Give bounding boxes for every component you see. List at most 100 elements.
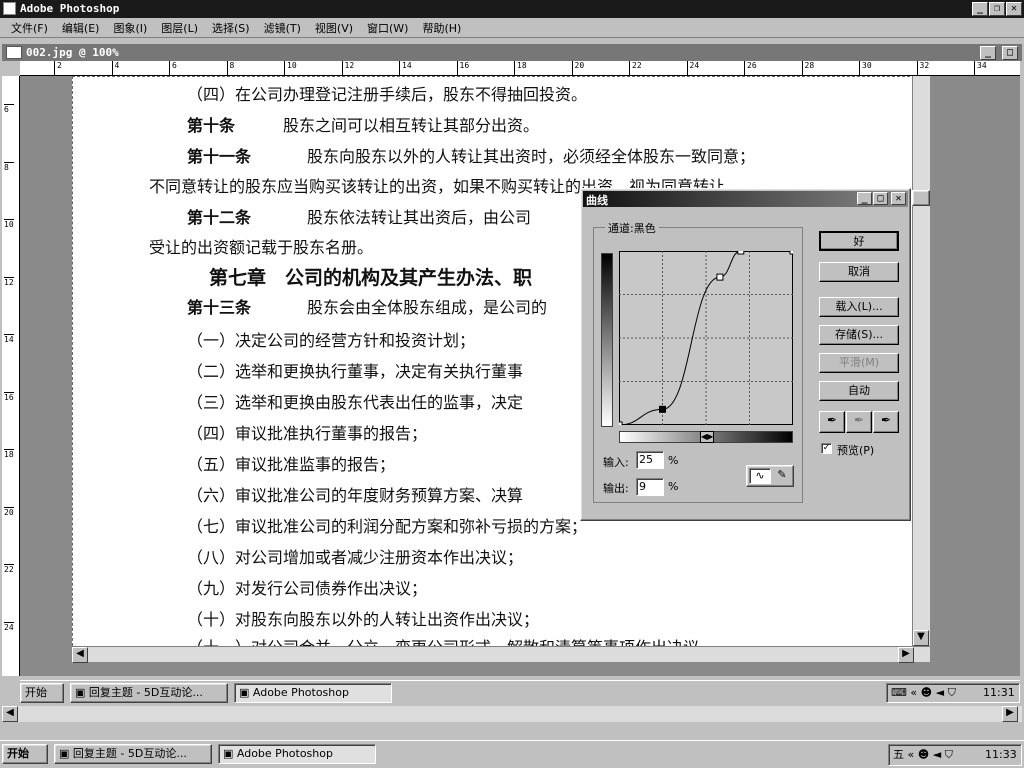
side-scroll-thumb[interactable] xyxy=(912,190,930,206)
channel-select[interactable]: 黑色 xyxy=(634,222,656,235)
start-button[interactable]: 开始 xyxy=(2,744,48,764)
preview-label: 预览(P) xyxy=(837,444,875,457)
ruler-h-tick: 16 xyxy=(456,61,469,75)
save-button[interactable]: 存储(S)... xyxy=(819,325,899,345)
cancel-button[interactable]: 取消 xyxy=(819,262,899,282)
close-icon[interactable]: ✕ xyxy=(1006,2,1022,16)
doc-maximize-icon[interactable]: □ xyxy=(1002,46,1018,60)
input-field[interactable]: 25 xyxy=(636,451,664,469)
ruler-h-tick: 24 xyxy=(686,61,699,75)
ok-button[interactable]: 好 xyxy=(819,231,899,251)
inner-task-forum-label: 回复主题 - 5D互动论... xyxy=(88,686,203,699)
doc-line: （十）对股东向股东以外的人转让出资作出决议； xyxy=(187,610,540,629)
volume-icon[interactable]: ◄ xyxy=(936,686,944,699)
smooth-button[interactable]: 平滑(M) xyxy=(819,353,899,373)
keyboard-icon[interactable]: ⌨ xyxy=(891,686,907,699)
minimize-icon[interactable]: _ xyxy=(972,2,988,16)
ruler-h-tick: 34 xyxy=(974,61,987,75)
inner-taskbar: 开始 ▣ 回复主题 - 5D互动论... ▣ Adobe Photoshop ⌨… xyxy=(20,680,1020,704)
outer-scroll-left-icon[interactable]: ◀ xyxy=(2,706,18,722)
tray-shield-icon[interactable]: ⛉ xyxy=(945,748,953,761)
load-button[interactable]: 载入(L)... xyxy=(819,297,899,317)
inner-tray: ⌨ « ☻ ◄ ⛉ 11:31 xyxy=(886,683,1020,703)
doc-line: 第七章 公司的机构及其产生办法、职 xyxy=(209,267,533,289)
ruler-h-tick: 28 xyxy=(801,61,814,75)
doc-line: 第十三条 xyxy=(187,298,252,317)
shield-icon[interactable]: ⛉ xyxy=(948,686,956,699)
task-photoshop[interactable]: ▣ Adobe Photoshop xyxy=(218,744,376,764)
output-label: 输出: xyxy=(603,482,629,495)
output-field[interactable]: 9 xyxy=(636,478,664,496)
vertical-ruler: 6 8 10 12 14 16 18 20 22 24 xyxy=(2,76,20,676)
curve-tool-icon[interactable]: ∿ xyxy=(749,468,771,484)
menu-item-6[interactable]: 视图(V) xyxy=(308,20,360,36)
system-tray: 五 « ☻ ◄ ⛉ 11:33 xyxy=(888,744,1022,766)
task-forum[interactable]: ▣ 回复主题 - 5D互动论... xyxy=(54,744,212,764)
ruler-v-tick: 18 xyxy=(4,449,14,459)
ruler-h-tick: 2 xyxy=(54,61,62,75)
ruler-v-tick: 6 xyxy=(4,104,14,114)
outer-hscrollbar[interactable]: ◀ ▶ xyxy=(2,706,1022,722)
tray-qq-icon[interactable]: ☻ xyxy=(918,748,929,761)
curve-tools: ∿ ✎ xyxy=(746,465,794,487)
curve-point xyxy=(619,421,623,425)
inner-task-photoshop[interactable]: ▣ Adobe Photoshop xyxy=(234,683,392,703)
doc-line: （三）选举和更换由股东代表出任的监事，决定 xyxy=(187,393,524,412)
restore-icon[interactable]: ❐ xyxy=(989,2,1005,16)
document-title: 002.jpg @ 100% xyxy=(26,46,119,59)
qq-icon[interactable]: ☻ xyxy=(921,686,932,699)
ruler-h-tick: 20 xyxy=(571,61,584,75)
doc-line: （五）审议批准监事的报告； xyxy=(187,455,396,474)
doc-line: （二）选举和更换执行董事，决定有关执行董事 xyxy=(187,362,524,381)
menu-item-8[interactable]: 帮助(H) xyxy=(415,20,468,36)
gradient-toggle-icon[interactable]: ◀▶ xyxy=(700,431,714,443)
inner-start-button[interactable]: 开始 xyxy=(20,683,64,703)
menu-item-1[interactable]: 编辑(E) xyxy=(55,20,107,36)
ruler-v-tick: 8 xyxy=(4,161,14,172)
menu-bar: 文件(F) 编辑(E) 图象(I) 图层(L) 选择(S) 滤镜(T) 视图(V) 窗口(W)… xyxy=(0,18,1024,38)
white-eyedropper-icon[interactable]: ✒ xyxy=(873,411,899,433)
inner-task-forum[interactable]: ▣ 回复主题 - 5D互动论... xyxy=(70,683,228,703)
ruler-v-tick: 20 xyxy=(4,506,14,517)
doc-line: 第十条 xyxy=(187,116,236,135)
menu-item-5[interactable]: 滤镜(T) xyxy=(257,20,308,36)
doc-line: 受让的出资额记载于股东名册。 xyxy=(149,238,374,257)
black-eyedropper-icon[interactable]: ✒ xyxy=(819,411,845,433)
scroll-right-icon[interactable]: ▶ xyxy=(898,647,914,663)
doc-minimize-icon[interactable]: _ xyxy=(980,46,996,60)
horizontal-scrollbar[interactable]: ◀ ▶ xyxy=(72,646,930,663)
tray-volume-icon[interactable]: ◄ xyxy=(933,748,941,761)
curve-graph[interactable] xyxy=(619,251,793,425)
menu-item-7[interactable]: 窗口(W) xyxy=(360,20,415,36)
document-icon xyxy=(6,46,22,59)
ime-icon[interactable]: 五 xyxy=(893,748,904,761)
ruler-h-tick: 10 xyxy=(284,61,297,75)
gray-eyedropper-icon[interactable]: ✒ xyxy=(846,411,872,433)
curves-title: 曲线 xyxy=(586,194,608,207)
auto-button[interactable]: 自动 xyxy=(819,381,899,401)
outer-scroll-right-icon[interactable]: ▶ xyxy=(1002,706,1018,722)
vertical-scrollbar[interactable]: ▼ xyxy=(912,76,930,646)
pencil-tool-icon[interactable]: ✎ xyxy=(773,468,791,484)
curves-close-icon[interactable]: ✕ xyxy=(891,192,906,205)
curves-minimize-icon[interactable]: _ xyxy=(857,192,872,205)
doc-line: 股东之间可以相互转让其部分出资。 xyxy=(283,116,540,135)
menu-item-2[interactable]: 图象(I) xyxy=(106,20,154,36)
inner-task-photoshop-label: Adobe Photoshop xyxy=(252,686,349,699)
ruler-h-tick: 14 xyxy=(399,61,412,75)
input-gradient-bar: ◀▶ xyxy=(619,431,793,443)
curves-maximize-icon[interactable]: □ xyxy=(873,192,888,205)
menu-item-4[interactable]: 选择(S) xyxy=(205,20,257,36)
inner-clock: 11:31 xyxy=(983,686,1015,699)
doc-line: 第十二条 xyxy=(187,208,252,227)
inner-start-label: 开始 xyxy=(25,686,47,699)
menu-item-3[interactable]: 图层(L) xyxy=(154,20,205,36)
ruler-h-tick: 32 xyxy=(916,61,929,75)
scroll-down-icon[interactable]: ▼ xyxy=(913,630,929,646)
scroll-left-icon[interactable]: ◀ xyxy=(72,647,88,663)
menu-item-0[interactable]: 文件(F) xyxy=(4,20,55,36)
preview-checkbox[interactable]: ✓ xyxy=(821,443,832,454)
document-titlebar: 002.jpg @ 100% _ □ xyxy=(2,44,1022,61)
curves-titlebar: 曲线 _ □ ✕ xyxy=(583,191,908,207)
app-titlebar: Adobe Photoshop _ ❐ ✕ xyxy=(0,0,1024,18)
